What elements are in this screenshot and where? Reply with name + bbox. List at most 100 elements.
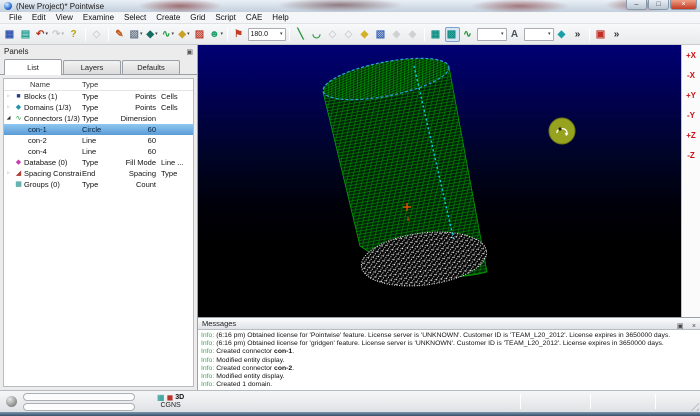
- status-field-top[interactable]: [23, 393, 135, 401]
- tree-row[interactable]: con-4 Line 60: [4, 146, 193, 157]
- toolbar-item[interactable]: [108, 28, 109, 41]
- status-field-bottom[interactable]: [23, 403, 135, 411]
- menu-item[interactable]: Script: [210, 13, 240, 22]
- resize-grip[interactable]: [687, 399, 699, 411]
- minimize-button[interactable]: –: [626, 0, 647, 10]
- panel-float-icon[interactable]: ▣: [186, 48, 193, 56]
- messages-float-icon[interactable]: ▣: [677, 323, 684, 330]
- toolbar-overflow-icon[interactable]: »: [571, 27, 586, 42]
- smooth-grid-icon[interactable]: ▩: [445, 27, 460, 42]
- solve-grid-icon[interactable]: ▦: [429, 27, 444, 42]
- menu-item[interactable]: View: [51, 13, 78, 22]
- delete-icon[interactable]: ◇: [90, 27, 105, 42]
- mask-tool-icon[interactable]: ☻ ▾: [209, 27, 224, 42]
- undo-icon[interactable]: ↶ ▾: [35, 27, 50, 42]
- 3d-canvas[interactable]: [198, 45, 681, 317]
- surface-tool-icon[interactable]: ◆ ▾: [177, 27, 192, 42]
- spacing-tool-icon[interactable]: A: [508, 27, 523, 42]
- axis-view-button[interactable]: -X: [683, 67, 699, 83]
- dimension-combo[interactable]: ▾: [477, 28, 507, 41]
- menu-item[interactable]: Edit: [27, 13, 51, 22]
- expander-icon[interactable]: [4, 135, 13, 146]
- tree-row[interactable]: ▦ Groups (0) Type Count: [4, 179, 193, 190]
- menu-item[interactable]: Create: [151, 13, 185, 22]
- axis-view-button[interactable]: +Y: [683, 87, 699, 103]
- messages-close-icon[interactable]: ×: [692, 323, 696, 330]
- expander-icon[interactable]: [4, 179, 13, 190]
- image-tool-icon[interactable]: ▨: [193, 27, 208, 42]
- entity-col3: 60: [120, 124, 156, 135]
- expander-icon[interactable]: ◢: [4, 113, 13, 124]
- toolbar-item[interactable]: [227, 28, 228, 41]
- open-icon[interactable]: ▤: [19, 27, 34, 42]
- tree-row[interactable]: ◆ Database (0) Type Fill Mode Line ...: [4, 157, 193, 168]
- menu-item[interactable]: CAE: [241, 13, 267, 22]
- display-attributes-icon[interactable]: ✎: [113, 27, 128, 42]
- toolbar-item[interactable]: [85, 28, 86, 41]
- menu-item[interactable]: Select: [119, 13, 151, 22]
- close-button[interactable]: ×: [670, 0, 697, 10]
- toolbar-glyph: 180.0: [251, 27, 269, 42]
- structured-domain-icon[interactable]: ◇: [326, 27, 341, 42]
- expander-icon[interactable]: [4, 146, 13, 157]
- diamond-tool-icon[interactable]: ◆ ▾: [145, 27, 160, 42]
- tree-row[interactable]: con-2 Line 60: [4, 135, 193, 146]
- view-cube-icon[interactable]: ▧ ▾: [129, 27, 144, 42]
- entity-col4: [156, 135, 193, 146]
- axis-view-button[interactable]: -Y: [683, 107, 699, 123]
- grab-entity-icon[interactable]: ◈: [406, 27, 421, 42]
- toolbar-glyph: ▦: [431, 27, 440, 42]
- unstructured-domain-icon[interactable]: ◇: [342, 27, 357, 42]
- spacing-combo[interactable]: ▾: [524, 28, 554, 41]
- panel-tab[interactable]: List: [4, 59, 62, 75]
- expander-icon[interactable]: [4, 157, 13, 168]
- maximize-button[interactable]: □: [648, 0, 669, 10]
- toolbar-overflow2-icon[interactable]: »: [610, 27, 625, 42]
- assemble-block-icon[interactable]: ▧: [374, 27, 389, 42]
- axis-view-button[interactable]: +X: [683, 47, 699, 63]
- help-icon[interactable]: ?: [67, 27, 82, 42]
- panel-tab[interactable]: Layers: [63, 60, 121, 74]
- grab-point-icon[interactable]: ◈: [390, 27, 405, 42]
- toolbar-item[interactable]: [424, 28, 425, 41]
- menu-item[interactable]: Grid: [185, 13, 210, 22]
- curve-connector-icon[interactable]: ◡: [310, 27, 325, 42]
- toolbar-item[interactable]: [289, 28, 290, 41]
- solver-status[interactable]: ▦ ◼ 3D CGNS: [157, 394, 184, 410]
- menu-item[interactable]: Help: [267, 13, 293, 22]
- angle-combo[interactable]: 180.0 ▾: [248, 28, 286, 41]
- expander-icon[interactable]: ▹: [4, 102, 13, 113]
- eraser-icon[interactable]: ◆: [555, 27, 570, 42]
- panel-tab[interactable]: Defaults: [122, 60, 180, 74]
- menu-item[interactable]: File: [4, 13, 27, 22]
- save-icon[interactable]: ▦: [3, 27, 18, 42]
- tree-row[interactable]: con-1 Circle 60: [4, 124, 193, 135]
- column-header-name[interactable]: Name: [4, 79, 82, 90]
- cae-mask-icon[interactable]: ▣: [594, 27, 609, 42]
- tree-row[interactable]: ▹ ■ Blocks (1) Type Points Cells: [4, 91, 193, 102]
- expander-icon[interactable]: ▹: [4, 168, 13, 179]
- expander-icon[interactable]: ▹: [4, 91, 13, 102]
- status-separator: [655, 394, 656, 409]
- entity-name: Blocks (1): [24, 91, 82, 102]
- expander-icon[interactable]: [4, 124, 13, 135]
- axis-view-button[interactable]: -Z: [683, 147, 699, 163]
- tree-row[interactable]: ▹ ◆ Domains (1/3) Type Points Cells: [4, 102, 193, 113]
- dimension-connector-icon[interactable]: ∿: [461, 27, 476, 42]
- menu-item[interactable]: Examine: [78, 13, 119, 22]
- toolbar-item[interactable]: [589, 28, 590, 41]
- two-point-connector-icon[interactable]: ╲: [294, 27, 309, 42]
- axis-view-button[interactable]: +Z: [683, 127, 699, 143]
- assemble-surface-icon[interactable]: ◆: [358, 27, 373, 42]
- 3d-viewport[interactable]: [198, 45, 681, 317]
- messages-log[interactable]: Info:(6:16 pm) Obtained license for 'Poi…: [198, 330, 700, 390]
- column-header-type[interactable]: Type: [82, 79, 122, 90]
- redo-icon[interactable]: ↷ ▾: [51, 27, 66, 42]
- message-severity: Info:: [201, 357, 214, 364]
- title-bar[interactable]: (New Project)* Pointwise – □ ×: [0, 0, 700, 12]
- tree-row[interactable]: ◢ ∿ Connectors (1/3) Type Dimension: [4, 113, 193, 124]
- toolbar-glyph: ▧: [130, 27, 139, 42]
- tree-row[interactable]: ▹ ◢ Spacing Constrai... End Spacing Type: [4, 168, 193, 179]
- curve-tool-icon[interactable]: ∿ ▾: [161, 27, 176, 42]
- cut-plane-icon[interactable]: ⚑: [232, 27, 247, 42]
